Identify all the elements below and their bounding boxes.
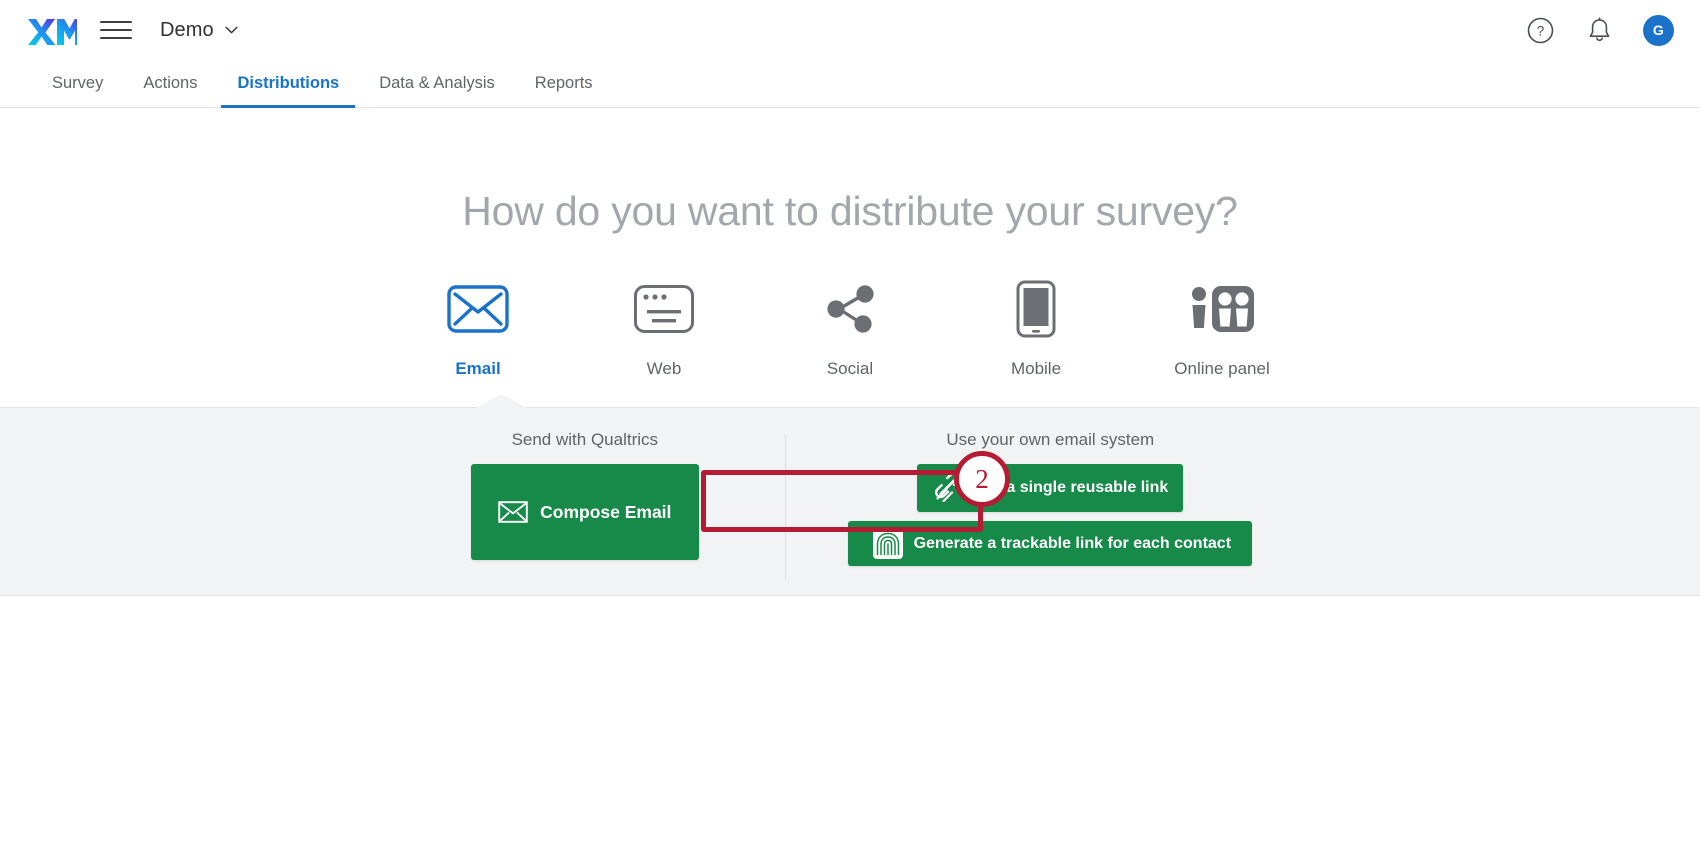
link-chain-icon (934, 474, 964, 502)
tab-survey[interactable]: Survey (32, 60, 123, 107)
share-nodes-icon (821, 283, 879, 335)
generate-trackable-link-button[interactable]: Generate a trackable link for each conta… (848, 521, 1252, 566)
svg-text:?: ? (1536, 23, 1544, 38)
method-label: Social (827, 358, 873, 379)
method-icon-wrap (447, 277, 509, 341)
panel-inner: Send with Qualtrics Compose Email Use yo… (385, 408, 1315, 595)
avatar-initial: G (1653, 22, 1664, 38)
method-icon-wrap (1016, 277, 1056, 341)
method-social[interactable]: Social (757, 277, 943, 379)
panel-pointer-notch (475, 394, 527, 408)
main-content: How do you want to distribute your surve… (0, 108, 1700, 850)
primary-nav-tabs: Survey Actions Distributions Data & Anal… (0, 60, 1700, 108)
help-circle-icon: ? (1527, 17, 1554, 44)
get-single-reusable-link-button[interactable]: Get a single reusable link (917, 464, 1183, 512)
button-label: Compose Email (540, 502, 671, 523)
tab-label: Distributions (237, 74, 339, 93)
notifications-button[interactable] (1584, 15, 1614, 45)
method-icon-wrap (821, 277, 879, 341)
method-icon-wrap (633, 277, 695, 341)
xm-logo-icon (27, 14, 77, 46)
browser-window-icon (633, 284, 695, 334)
email-options-panel: Send with Qualtrics Compose Email Use yo… (0, 407, 1700, 596)
distribution-method-chooser: Email Web (0, 277, 1700, 379)
fingerprint-icon (872, 528, 904, 560)
top-bar-actions: ? G (1525, 15, 1674, 46)
envelope-icon (498, 501, 528, 523)
button-label: Get a single reusable link (975, 479, 1168, 497)
user-avatar[interactable]: G (1643, 15, 1674, 46)
xm-logo[interactable] (26, 13, 78, 47)
mobile-phone-icon (1016, 280, 1056, 338)
method-web[interactable]: Web (571, 277, 757, 379)
chevron-down-icon (225, 26, 238, 34)
bell-icon (1587, 17, 1612, 44)
help-button[interactable]: ? (1525, 15, 1555, 45)
envelope-icon (447, 285, 509, 333)
tab-label: Survey (52, 74, 103, 93)
tab-data-and-analysis[interactable]: Data & Analysis (359, 60, 515, 107)
page-title: How do you want to distribute your surve… (0, 108, 1700, 235)
method-label: Web (647, 358, 682, 379)
compose-email-button[interactable]: Compose Email (471, 464, 699, 560)
hamburger-line (100, 29, 132, 31)
hamburger-line (100, 37, 132, 39)
hamburger-line (100, 21, 132, 23)
method-online-panel[interactable]: Online panel (1129, 277, 1315, 379)
section-heading: Send with Qualtrics (512, 430, 658, 450)
method-email[interactable]: Email (385, 277, 571, 379)
own-email-system-section: Use your own email system Get a single r… (786, 430, 1315, 566)
project-name-label: Demo (160, 19, 214, 42)
method-icon-wrap (1188, 277, 1256, 341)
section-heading: Use your own email system (946, 430, 1154, 450)
tab-reports[interactable]: Reports (515, 60, 613, 107)
tab-label: Reports (535, 74, 593, 93)
project-selector[interactable]: Demo (160, 19, 238, 42)
method-label: Mobile (1011, 358, 1061, 379)
method-mobile[interactable]: Mobile (943, 277, 1129, 379)
hamburger-menu-button[interactable] (100, 17, 134, 43)
method-label: Email (455, 358, 500, 379)
top-bar: Demo ? G (0, 0, 1700, 60)
tab-label: Data & Analysis (379, 74, 495, 93)
people-panel-icon (1188, 282, 1256, 336)
tab-distributions[interactable]: Distributions (217, 60, 359, 107)
tab-actions[interactable]: Actions (123, 60, 217, 107)
button-label: Generate a trackable link for each conta… (914, 535, 1231, 553)
method-label: Online panel (1174, 358, 1269, 379)
send-with-qualtrics-section: Send with Qualtrics Compose Email (385, 430, 785, 560)
tab-label: Actions (143, 74, 197, 93)
